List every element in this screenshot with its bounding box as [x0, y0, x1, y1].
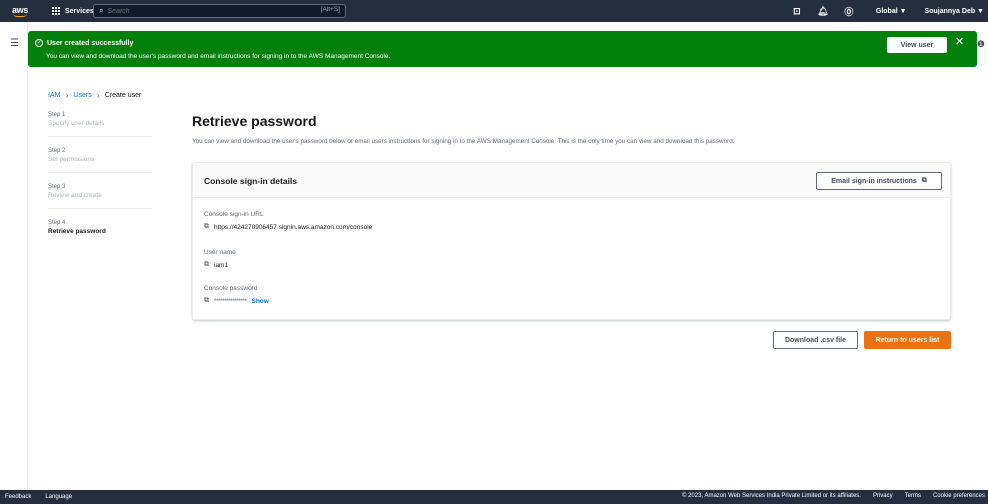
flash-message: You can view and download the user's pas…: [46, 53, 391, 60]
aws-logo[interactable]: aws: [6, 0, 34, 22]
password-value: ****************: [214, 297, 247, 305]
user-name-field: User name ⧉ iam1: [204, 249, 236, 269]
step-label: Review and create: [48, 192, 102, 199]
view-user-button[interactable]: View user: [887, 37, 947, 53]
chevron-right-icon: ›: [65, 90, 69, 100]
info-icon[interactable]: ❶: [977, 39, 985, 50]
console-url-field: Console sign-in URL ⧉ https://4242709064…: [204, 211, 372, 231]
page-title: Retrieve password: [192, 113, 317, 129]
field-label: Console sign-in URL: [204, 211, 264, 218]
services-grid-icon: [52, 7, 60, 15]
copy-icon[interactable]: ⧉: [204, 223, 209, 231]
copy-icon[interactable]: ⧉: [204, 297, 209, 305]
side-rail: ☰: [0, 22, 28, 490]
user-name-value: iam1: [214, 261, 229, 269]
services-menu-button[interactable]: Services: [52, 7, 94, 15]
console-password-field: Console password ⧉ **************** Show: [204, 285, 269, 305]
external-link-icon: ⧉: [921, 177, 927, 184]
sign-in-details-card: Console sign-in details Email sign-in in…: [192, 162, 951, 320]
chevron-right-icon: ›: [96, 90, 100, 100]
nav-right-group: ⊡ 🔔︎ ⓪ Global ▼ Soujannya Deb ▼: [784, 0, 988, 22]
return-to-users-button[interactable]: Return to users list: [864, 331, 951, 349]
privacy-link[interactable]: Privacy: [873, 493, 893, 499]
bell-icon[interactable]: 🔔︎: [817, 6, 829, 17]
email-instructions-button[interactable]: Email sign-in instructions ⧉: [816, 172, 942, 190]
console-url-value: https://424270906457.signin.aws.amazon.c…: [214, 223, 373, 231]
success-check-icon: ✓: [35, 39, 43, 47]
breadcrumb-users[interactable]: Users: [73, 92, 91, 99]
step-label: Set permissions: [48, 156, 95, 163]
footer: Feedback Language © 2023, Amazon Web Ser…: [0, 490, 988, 504]
page-description: You can view and download the user's pas…: [192, 138, 735, 145]
aws-smile-icon: [13, 13, 27, 17]
search-bar[interactable]: ⌕ [Alt+S]: [93, 4, 346, 18]
download-csv-button[interactable]: Download .csv file: [773, 331, 858, 349]
search-input[interactable]: [107, 7, 308, 15]
flash-title: User created successfully: [47, 39, 134, 47]
top-navigation: aws Services ⌕ [Alt+S] ⊡ 🔔︎ ⓪ Global ▼ S…: [0, 0, 988, 22]
close-icon[interactable]: ✕: [955, 35, 964, 48]
copyright-text: © 2023, Amazon Web Services India Privat…: [682, 493, 861, 499]
wizard-steps: Step 1 Specify user details Step 2 Set p…: [48, 112, 152, 246]
breadcrumb: IAM › Users › Create user: [48, 90, 141, 100]
divider: [48, 136, 152, 137]
divider: [48, 208, 152, 209]
step-label-active: Retrieve password: [48, 228, 106, 235]
success-flash-banner: ✓ User created successfully You can view…: [28, 31, 977, 67]
search-icon: ⌕: [99, 6, 104, 15]
step-2: Step 2 Set permissions: [48, 148, 152, 173]
cookie-preferences-link[interactable]: Cookie preferences: [933, 493, 985, 499]
card-title: Console sign-in details: [204, 176, 298, 186]
breadcrumb-iam[interactable]: IAM: [48, 92, 60, 99]
card-header: Console sign-in details Email sign-in in…: [193, 163, 950, 198]
step-4: Step 4 Retrieve password: [48, 220, 152, 235]
terms-link[interactable]: Terms: [905, 493, 921, 499]
field-label: Console password: [204, 285, 258, 292]
feedback-link[interactable]: Feedback: [5, 494, 31, 500]
breadcrumb-current: Create user: [104, 91, 142, 99]
field-label: User name: [204, 249, 236, 256]
search-shortcut: [Alt+S]: [320, 6, 340, 13]
copy-icon[interactable]: ⧉: [204, 261, 209, 269]
help-icon[interactable]: ⓪: [843, 5, 855, 18]
account-menu[interactable]: Soujannya Deb ▼: [925, 8, 984, 15]
cloudshell-icon[interactable]: ⊡: [791, 6, 803, 17]
language-link[interactable]: Language: [45, 494, 72, 500]
divider: [48, 172, 152, 173]
step-3: Step 3 Review and create: [48, 184, 152, 209]
step-label: Specify user details: [48, 120, 105, 127]
show-password-link[interactable]: Show: [251, 298, 268, 305]
region-selector[interactable]: Global ▼: [876, 8, 907, 15]
menu-icon[interactable]: ☰: [10, 38, 19, 49]
step-1: Step 1 Specify user details: [48, 112, 152, 137]
